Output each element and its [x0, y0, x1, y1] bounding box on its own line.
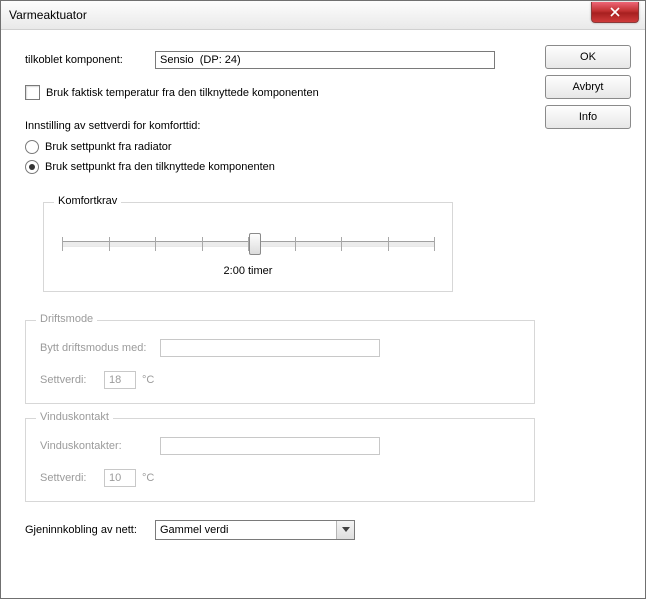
ok-button[interactable]: OK: [545, 45, 631, 69]
slider-tick: [295, 237, 296, 251]
reconnection-select[interactable]: Gammel verdi: [155, 520, 355, 540]
dropdown-arrow: [336, 521, 354, 539]
use-actual-temp-label: Bruk faktisk temperatur fra den tilknytt…: [46, 87, 319, 99]
window-setvalue-row: Settverdi: °C: [40, 469, 520, 487]
client-area: OK Avbryt Info tilkoblet komponent: Bruk…: [11, 29, 635, 588]
close-button[interactable]: [591, 2, 639, 23]
main-form: tilkoblet komponent: Bruk faktisk temper…: [25, 51, 525, 540]
window-setvalue-field: [104, 469, 136, 487]
comfort-group-title: Komfortkrav: [54, 195, 121, 207]
radio-from-component[interactable]: Bruk settpunkt fra den tilknyttede kompo…: [25, 160, 525, 174]
swap-mode-label: Bytt driftsmodus med:: [40, 342, 160, 354]
reconnection-value: Gammel verdi: [160, 524, 228, 536]
swap-mode-field: [160, 339, 380, 357]
checkbox-icon: [25, 85, 40, 100]
comfort-slider[interactable]: [62, 241, 434, 247]
dialog-window: Varmeaktuator OK Avbryt Info tilkoblet k…: [0, 0, 646, 599]
connected-component-field[interactable]: [155, 51, 495, 69]
radio-from-component-label: Bruk settpunkt fra den tilknyttede kompo…: [45, 161, 275, 173]
use-actual-temp-checkbox[interactable]: Bruk faktisk temperatur fra den tilknytt…: [25, 85, 525, 100]
reconnection-label: Gjeninnkobling av nett:: [25, 524, 155, 536]
radio-dot-icon: [29, 164, 35, 170]
drift-setvalue-unit: °C: [142, 374, 154, 386]
window-setvalue-label: Settverdi:: [40, 472, 104, 484]
dialog-buttons: OK Avbryt Info: [545, 45, 631, 129]
drift-setvalue-label: Settverdi:: [40, 374, 104, 386]
slider-thumb[interactable]: [249, 233, 261, 255]
slider-tick: [434, 237, 435, 251]
slider-tick: [62, 237, 63, 251]
close-icon: [610, 7, 620, 17]
radio-icon: [25, 140, 39, 154]
window-setvalue-unit: °C: [142, 472, 154, 484]
comfort-value: 2:00 timer: [58, 265, 438, 277]
radio-icon: [25, 160, 39, 174]
window-title: Varmeaktuator: [9, 8, 87, 22]
slider-tick: [202, 237, 203, 251]
slider-tick: [155, 237, 156, 251]
slider-tick: [109, 237, 110, 251]
driftmode-group-title: Driftsmode: [36, 313, 97, 325]
comfort-group: Komfortkrav 2:00 timer: [43, 202, 453, 292]
slider-tick: [341, 237, 342, 251]
info-button[interactable]: Info: [545, 105, 631, 129]
connected-component-label: tilkoblet komponent:: [25, 54, 155, 66]
window-contacts-field: [160, 437, 380, 455]
driftmode-group: Driftsmode Bytt driftsmodus med: Settver…: [25, 320, 535, 404]
drift-setvalue-field: [104, 371, 136, 389]
window-contacts-row: Vinduskontakter:: [40, 437, 520, 455]
radio-from-radiator-label: Bruk settpunkt fra radiator: [45, 141, 172, 153]
swap-mode-row: Bytt driftsmodus med:: [40, 339, 520, 357]
window-contact-group: Vinduskontakt Vinduskontakter: Settverdi…: [25, 418, 535, 502]
titlebar: Varmeaktuator: [1, 1, 645, 30]
reconnection-row: Gjeninnkobling av nett: Gammel verdi: [25, 520, 525, 540]
chevron-down-icon: [342, 527, 350, 533]
window-contact-group-title: Vinduskontakt: [36, 411, 113, 423]
radio-from-radiator[interactable]: Bruk settpunkt fra radiator: [25, 140, 525, 154]
setpoint-heading: Innstilling av settverdi for komforttid:: [25, 120, 525, 132]
cancel-button[interactable]: Avbryt: [545, 75, 631, 99]
drift-setvalue-row: Settverdi: °C: [40, 371, 520, 389]
slider-tick: [388, 237, 389, 251]
connected-component-row: tilkoblet komponent:: [25, 51, 525, 69]
window-contacts-label: Vinduskontakter:: [40, 440, 160, 452]
